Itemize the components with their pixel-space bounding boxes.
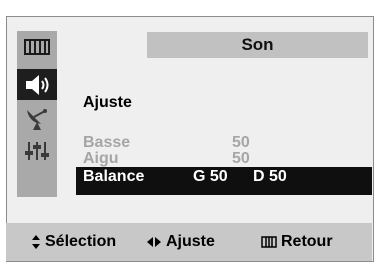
- hint-back: Retour: [261, 233, 333, 251]
- left-right-arrow-icon: [147, 237, 161, 247]
- menu-title: Son: [241, 35, 274, 54]
- balance-right-value: D 50: [253, 168, 287, 185]
- settings-sliders-icon: [25, 141, 49, 160]
- hint-adjust-label: Ajuste: [166, 233, 215, 250]
- antenna-icon: [27, 108, 47, 130]
- menu-title-bar: Son: [147, 32, 368, 58]
- treble-value: 50: [232, 150, 250, 167]
- balance-label[interactable]: Balance: [83, 168, 144, 186]
- balance-left-value: G 50: [193, 168, 228, 185]
- menu-header: Ajuste: [83, 94, 132, 111]
- up-down-arrow-icon: [32, 235, 40, 249]
- hint-adjust: Ajuste: [146, 233, 215, 251]
- picture-icon: [24, 38, 50, 55]
- channel-menu-item[interactable]: [17, 103, 57, 134]
- setup-menu-item[interactable]: [17, 135, 57, 166]
- menu-sidebar: [17, 31, 57, 197]
- hint-back-label: Retour: [281, 233, 333, 250]
- hint-selection-label: Sélection: [45, 233, 117, 250]
- treble-label[interactable]: Aigu: [83, 150, 119, 168]
- speaker-icon: [26, 74, 49, 95]
- picture-menu-item[interactable]: [17, 31, 57, 62]
- menu-icon: [261, 236, 277, 248]
- hint-selection: Sélection: [31, 233, 116, 251]
- sound-menu-item[interactable]: [17, 69, 57, 100]
